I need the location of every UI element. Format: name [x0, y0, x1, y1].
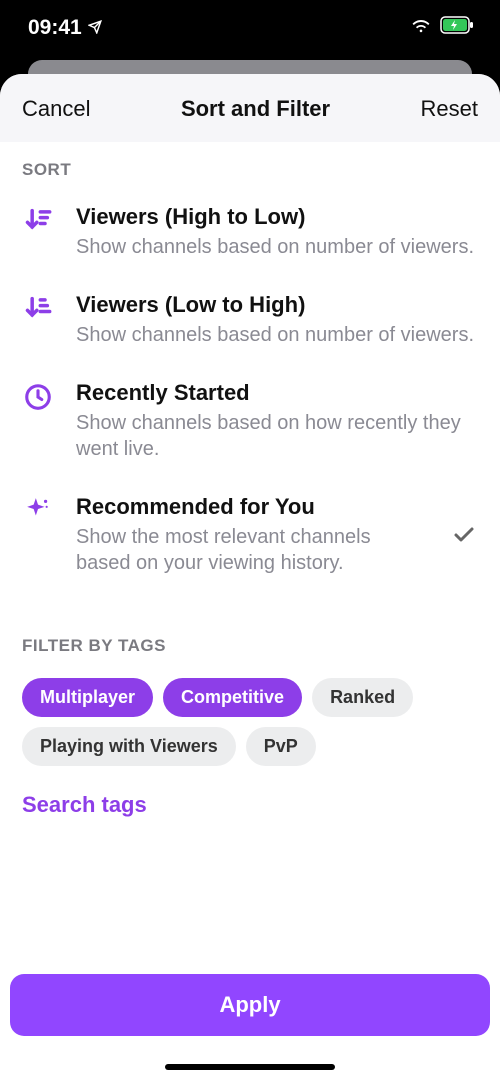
sort-option-recommended[interactable]: Recommended for You Show the most releva… [0, 484, 500, 598]
sort-option-viewers-high-low[interactable]: Viewers (High to Low) Show channels base… [0, 194, 500, 282]
apply-button[interactable]: Apply [10, 974, 490, 1036]
tag-pvp[interactable]: PvP [246, 727, 316, 766]
sheet-header: Cancel Sort and Filter Reset [0, 74, 500, 142]
clock-icon [22, 382, 54, 414]
sheet-title: Sort and Filter [181, 96, 330, 122]
checkmark-icon [450, 521, 478, 549]
sort-option-desc: Show channels based on number of viewers… [76, 234, 478, 260]
filter-section-label: FILTER BY TAGS [0, 598, 500, 670]
status-bar: 09:41 [0, 0, 500, 55]
battery-icon [440, 16, 474, 39]
tag-playing-with-viewers[interactable]: Playing with Viewers [22, 727, 236, 766]
reset-button[interactable]: Reset [421, 96, 478, 122]
search-tags-button[interactable]: Search tags [0, 770, 169, 840]
cancel-button[interactable]: Cancel [22, 96, 90, 122]
sort-option-title: Recommended for You [76, 494, 428, 520]
sort-option-recently-started[interactable]: Recently Started Show channels based on … [0, 370, 500, 484]
sort-option-desc: Show the most relevant channels based on… [76, 524, 428, 576]
sort-section-label: SORT [0, 142, 500, 194]
sort-option-desc: Show channels based on how recently they… [76, 410, 478, 462]
sort-asc-icon [22, 294, 54, 326]
tag-ranked[interactable]: Ranked [312, 678, 413, 717]
sort-option-viewers-low-high[interactable]: Viewers (Low to High) Show channels base… [0, 282, 500, 370]
sort-desc-icon [22, 206, 54, 238]
sparkle-icon [22, 496, 54, 528]
sheet-content: SORT Viewers (High to Low) Show channels… [0, 142, 500, 964]
tag-competitive[interactable]: Competitive [163, 678, 302, 717]
sort-option-title: Viewers (Low to High) [76, 292, 478, 318]
location-icon [88, 16, 102, 40]
tag-multiplayer[interactable]: Multiplayer [22, 678, 153, 717]
sort-option-desc: Show channels based on number of viewers… [76, 322, 478, 348]
home-indicator[interactable] [165, 1064, 335, 1070]
sheet-footer: Apply [0, 964, 500, 1080]
sort-option-title: Recently Started [76, 380, 478, 406]
status-time: 09:41 [28, 16, 82, 40]
tags-container: Multiplayer Competitive Ranked Playing w… [0, 670, 500, 770]
sort-filter-sheet: Cancel Sort and Filter Reset SORT Viewer… [0, 74, 500, 1080]
sort-option-title: Viewers (High to Low) [76, 204, 478, 230]
wifi-icon [410, 16, 432, 39]
